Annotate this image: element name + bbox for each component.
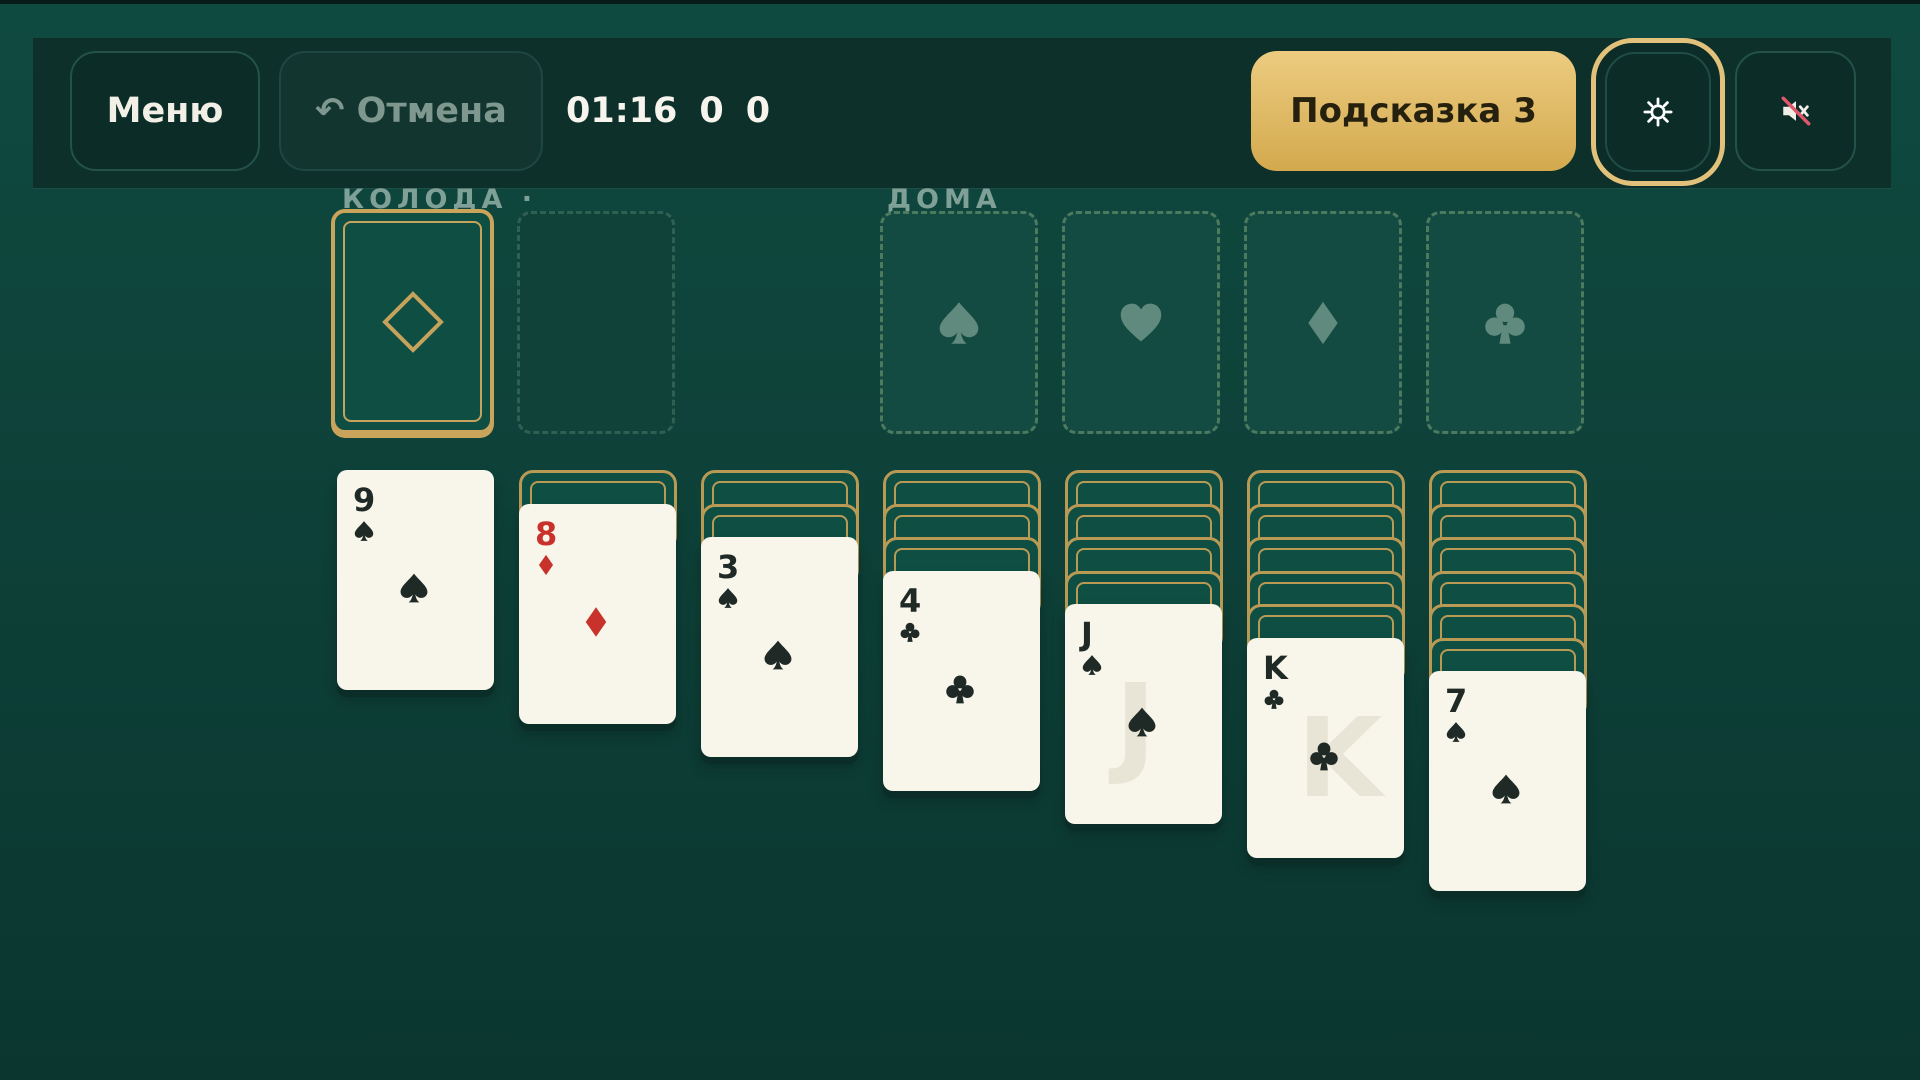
card-corner-suit [899,621,921,647]
club-icon [1485,303,1525,344]
tableau-card-9-spade[interactable]: 9 [337,470,494,690]
card-corner-suit [717,587,739,613]
card-rank: 9 [353,481,376,519]
card-center-suit [1126,706,1158,742]
club-icon [946,675,974,703]
card-corner-suit [535,554,557,580]
spade-icon [1492,774,1520,804]
card-rank: K [1263,648,1288,687]
spade-icon [718,588,738,608]
waste-pile[interactable] [517,211,675,434]
spade-icon [1128,707,1156,737]
timer: 01:16 [566,91,678,131]
card-rank: 7 [1445,682,1468,720]
card-corner-suit [1445,721,1467,747]
diamond-icon [1308,301,1338,344]
card-corner-suit [1263,688,1285,714]
card-rank: 3 [717,548,740,586]
card-corner-suit [1081,654,1103,680]
tableau-card-J-spade[interactable]: JJ [1065,604,1222,824]
foundation-spades[interactable] [880,211,1038,434]
card-center-suit [944,673,976,709]
speaker-muted-icon [1781,96,1810,126]
spade-icon [939,301,979,344]
menu-button[interactable]: Меню [70,51,260,171]
diamond-icon [538,554,554,575]
card-rank: 8 [535,514,558,553]
spade-icon [1082,655,1102,675]
hint-button[interactable]: Подсказка 3 [1251,51,1576,171]
undo-button[interactable]: ↶ Отмена [279,51,543,171]
club-icon [900,622,920,642]
card-center-suit [1308,740,1340,776]
foundation-clubs[interactable] [1426,211,1584,434]
tableau-card-K-club[interactable]: KK [1247,637,1404,858]
move-count: 0 [699,91,724,131]
stock-waste-label: КОЛОДА · СБРОС [342,184,537,212]
heart-icon [1120,303,1162,341]
game-status: 01:16 0 0 [566,51,770,171]
card-corner-suit [353,520,375,546]
gear-icon [1643,97,1673,127]
foundation-hearts[interactable] [1062,211,1220,434]
sound-toggle-button[interactable] [1735,51,1856,171]
card-center-suit [1490,773,1522,809]
tableau-card-8-diamond[interactable]: 8 [519,503,676,724]
toolbar: Меню ↶ Отмена 01:16 0 0 Подсказка 3 [33,38,1891,189]
card-rank: 4 [899,581,922,620]
foundation-diamonds[interactable] [1244,211,1402,434]
spade-icon [764,640,792,670]
card-center-suit [398,572,430,608]
score: 0 [745,91,771,131]
stock-pile[interactable] [331,209,494,434]
diamond-icon [585,606,607,637]
card-center-suit [580,606,612,642]
tableau-card-4-club[interactable]: 4 [883,570,1040,791]
settings-button[interactable] [1591,38,1725,186]
window-top-edge [0,0,1920,4]
card-rank: J [1081,615,1093,653]
club-icon [1264,689,1284,709]
spade-icon [354,521,374,541]
card-center-suit [762,639,794,675]
tableau-card-7-spade[interactable]: 7 [1429,671,1586,891]
club-icon [1310,742,1338,770]
diamond-outline-icon [381,290,444,353]
spade-icon [1446,722,1466,742]
foundations-label: ДОМА [887,184,1002,212]
tableau-card-3-spade[interactable]: 3 [701,537,858,757]
spade-icon [400,573,428,603]
